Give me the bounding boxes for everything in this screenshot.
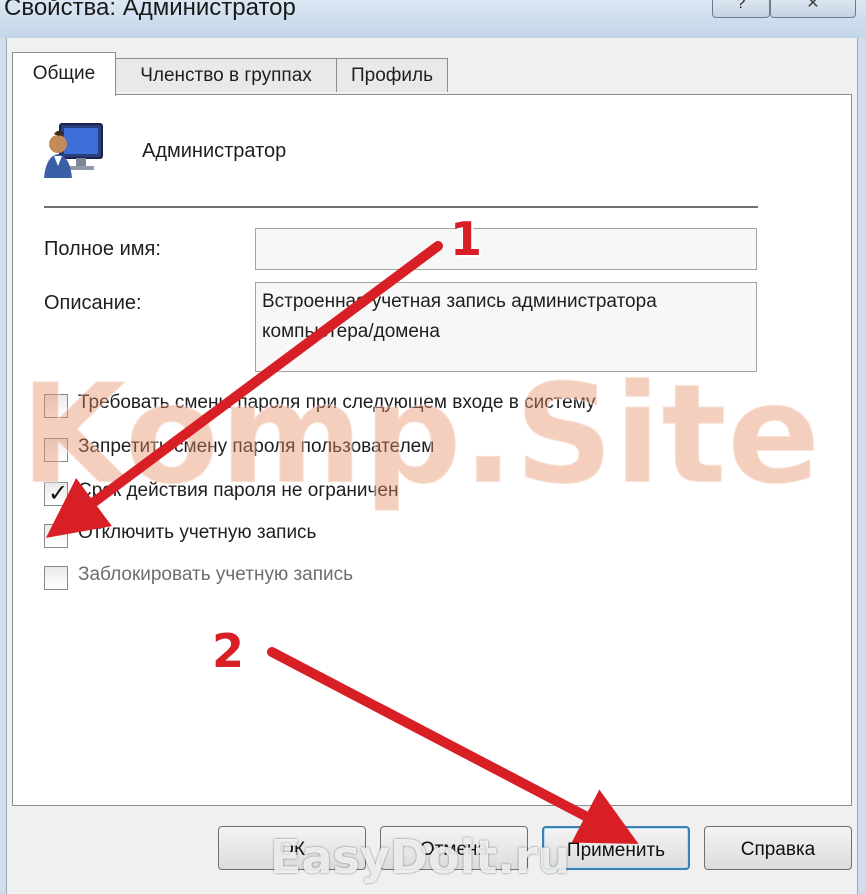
user-name: Администратор bbox=[142, 140, 287, 162]
window-title: Свойства: Администратор bbox=[4, 0, 296, 21]
help-button[interactable]: Справка bbox=[704, 826, 852, 870]
checkbox-box[interactable] bbox=[44, 438, 68, 462]
checkbox-label: Запретить смену пароля пользователем bbox=[78, 436, 435, 457]
bottom-watermark: EasyDoit.ru bbox=[270, 830, 571, 884]
separator bbox=[44, 206, 758, 208]
tab-group-membership[interactable]: Членство в группах bbox=[114, 58, 338, 92]
description-input[interactable]: Встроенная учетная запись администратора… bbox=[255, 282, 757, 372]
checkbox-label: Требовать смены пароля при следующем вхо… bbox=[78, 392, 596, 413]
description-label: Описание: bbox=[44, 292, 142, 314]
title-bar[interactable]: Свойства: Администратор ? ✕ bbox=[0, 0, 866, 38]
checkbox-box[interactable] bbox=[44, 394, 68, 418]
user-computer-icon bbox=[44, 123, 103, 178]
checkbox-label: Заблокировать учетную запись bbox=[78, 564, 354, 585]
checkbox-label: Срок действия пароля не ограничен bbox=[78, 480, 399, 501]
check-mark-icon: ✓ bbox=[48, 480, 69, 507]
tab-profile[interactable]: Профиль bbox=[336, 58, 448, 92]
full-name-input[interactable] bbox=[255, 228, 757, 270]
callout-1: 1 bbox=[450, 212, 483, 266]
close-button[interactable]: ✕ bbox=[770, 0, 856, 18]
checkbox-box[interactable]: ✓ bbox=[44, 480, 69, 507]
checkbox-label: Отключить учетную запись bbox=[78, 522, 317, 543]
tab-general[interactable]: Общие bbox=[12, 52, 116, 96]
help-title-button[interactable]: ? bbox=[712, 0, 770, 18]
callout-2: 2 bbox=[212, 624, 245, 678]
checkbox-box[interactable] bbox=[44, 524, 68, 548]
full-name-label: Полное имя: bbox=[44, 238, 161, 260]
checkbox-box bbox=[44, 566, 68, 590]
